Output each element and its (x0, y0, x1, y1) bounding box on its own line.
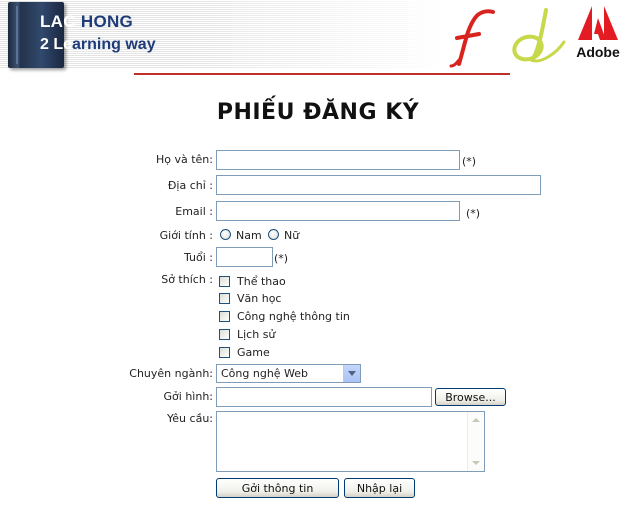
photo-path-input[interactable] (216, 387, 432, 407)
request-label: Yêu cầu: (167, 412, 213, 425)
major-label: Chuyên ngành: (129, 367, 213, 380)
age-label: Tuổi : (183, 251, 213, 264)
header-banner: LAC HONG 2 Learning way Adobe (0, 0, 636, 80)
flash-icon (449, 9, 495, 68)
browse-button[interactable]: Browse... (435, 388, 506, 406)
header-rule (134, 73, 510, 75)
reset-button[interactable]: Nhập lại (344, 478, 415, 498)
chevron-down-icon[interactable] (343, 365, 360, 382)
textarea-scrollbar[interactable] (467, 412, 484, 471)
gender-male-radio[interactable] (220, 229, 231, 240)
scroll-down-icon[interactable] (468, 455, 484, 471)
adobe-label: Adobe (576, 44, 620, 60)
required-mark: (*) (274, 252, 289, 265)
hobby-sports-checkbox[interactable] (219, 276, 230, 287)
hobbies-label: Sở thích : (161, 273, 213, 286)
adobe-mark-icon (578, 6, 618, 40)
fullname-input[interactable] (216, 150, 460, 170)
gender-female-label: Nữ (284, 229, 300, 242)
address-input[interactable] (216, 175, 541, 195)
hobby-literature-checkbox[interactable] (219, 293, 230, 304)
hobby-sports-label: Thể thao (237, 275, 286, 288)
gender-male-label: Nam (236, 229, 262, 242)
gender-female-radio[interactable] (268, 229, 279, 240)
submit-button[interactable]: Gởi thông tin (216, 478, 339, 498)
request-textarea[interactable] (216, 411, 485, 472)
dreamweaver-icon (512, 8, 566, 63)
gender-label: Giới tính : (159, 229, 213, 242)
hobby-game-label: Game (237, 346, 270, 359)
hobby-game-checkbox[interactable] (219, 347, 230, 358)
photo-label: Gởi hình: (163, 390, 213, 403)
adobe-logo-icon: Adobe (572, 0, 624, 70)
scroll-up-icon[interactable] (468, 412, 484, 428)
page-title: PHIẾU ĐĂNG KÝ (216, 100, 420, 125)
email-input[interactable] (216, 201, 460, 221)
address-label: Địa chỉ : (167, 179, 213, 192)
major-select[interactable]: Công nghệ Web (216, 364, 361, 383)
email-label: Email : (175, 205, 213, 218)
logo-text-line2: 2 Learning way (40, 36, 156, 53)
hobby-history-checkbox[interactable] (219, 329, 230, 340)
hobby-history-label: Lịch sử (237, 328, 276, 341)
required-mark: (*) (462, 155, 477, 168)
hobby-it-checkbox[interactable] (219, 311, 230, 322)
banner-stripes (0, 0, 450, 68)
required-mark: (*) (466, 207, 481, 220)
logo-text-line1: LAC HONG (40, 12, 134, 31)
fullname-label: Họ và tên: (155, 153, 213, 166)
hobby-it-label: Công nghệ thông tin (237, 310, 350, 323)
age-input[interactable] (216, 247, 273, 267)
major-selected-value: Công nghệ Web (221, 367, 309, 380)
hobby-literature-label: Văn học (237, 292, 282, 305)
